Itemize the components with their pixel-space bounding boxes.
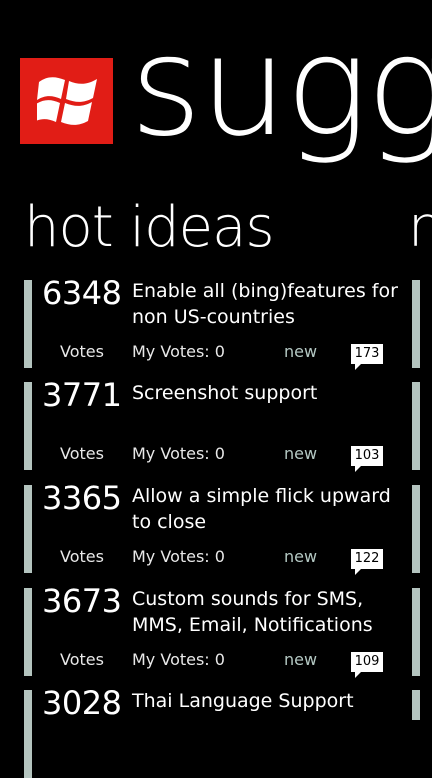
app-title: sugg <box>130 6 432 167</box>
my-votes-label: My Votes: 0 <box>132 342 225 361</box>
comment-count-badge: 173 <box>351 344 383 370</box>
idea-list-item[interactable]: 6348 Enable all (bing)features for non U… <box>24 274 404 370</box>
idea-accent-bar <box>24 588 32 676</box>
idea-list-item[interactable]: 3365 Allow a simple flick upward to clos… <box>24 479 404 575</box>
idea-list-item[interactable]: 3028 Thai Language Support <box>24 684 404 778</box>
idea-status: new <box>284 342 318 361</box>
idea-title: Custom sounds for SMS, MMS, Email, Notif… <box>132 588 373 636</box>
comment-count-badge: 122 <box>351 549 383 575</box>
section-title-next-peek[interactable]: n <box>408 200 432 256</box>
my-votes-label: My Votes: 0 <box>132 444 225 463</box>
idea-status: new <box>284 650 318 669</box>
idea-title: Allow a simple flick upward to close <box>132 485 391 533</box>
idea-title: Enable all (bing)features for non US-cou… <box>132 280 398 328</box>
idea-list-item[interactable]: 3771 Screenshot support Votes My Votes: … <box>24 376 404 472</box>
idea-vote-count: 6348 <box>42 274 122 312</box>
votes-label: Votes <box>60 444 104 463</box>
comment-count-badge: 103 <box>351 446 383 472</box>
next-section-bar <box>412 485 420 573</box>
next-section-bar <box>412 382 420 470</box>
idea-list-item[interactable]: 3673 Custom sounds for SMS, MMS, Email, … <box>24 582 404 678</box>
next-section-bar <box>412 690 420 720</box>
app-logo <box>20 58 113 144</box>
idea-status: new <box>284 444 318 463</box>
idea-vote-count: 3673 <box>42 582 122 620</box>
windows-logo-icon <box>37 77 97 125</box>
my-votes-label: My Votes: 0 <box>132 650 225 669</box>
idea-accent-bar <box>24 485 32 573</box>
idea-accent-bar <box>24 690 32 778</box>
idea-vote-count: 3365 <box>42 479 122 517</box>
my-votes-label: My Votes: 0 <box>132 547 225 566</box>
section-title-hot-ideas[interactable]: hot ideas <box>24 200 275 256</box>
idea-vote-count: 3028 <box>42 684 122 722</box>
votes-label: Votes <box>60 547 104 566</box>
idea-title: Thai Language Support <box>132 690 354 712</box>
idea-accent-bar <box>24 382 32 470</box>
comment-count-badge: 109 <box>351 652 383 678</box>
idea-vote-count: 3771 <box>42 376 122 414</box>
votes-label: Votes <box>60 342 104 361</box>
votes-label: Votes <box>60 650 104 669</box>
idea-accent-bar <box>24 280 32 368</box>
next-section-bar <box>412 280 420 368</box>
next-section-bar <box>412 588 420 676</box>
idea-title: Screenshot support <box>132 382 318 404</box>
idea-status: new <box>284 547 318 566</box>
